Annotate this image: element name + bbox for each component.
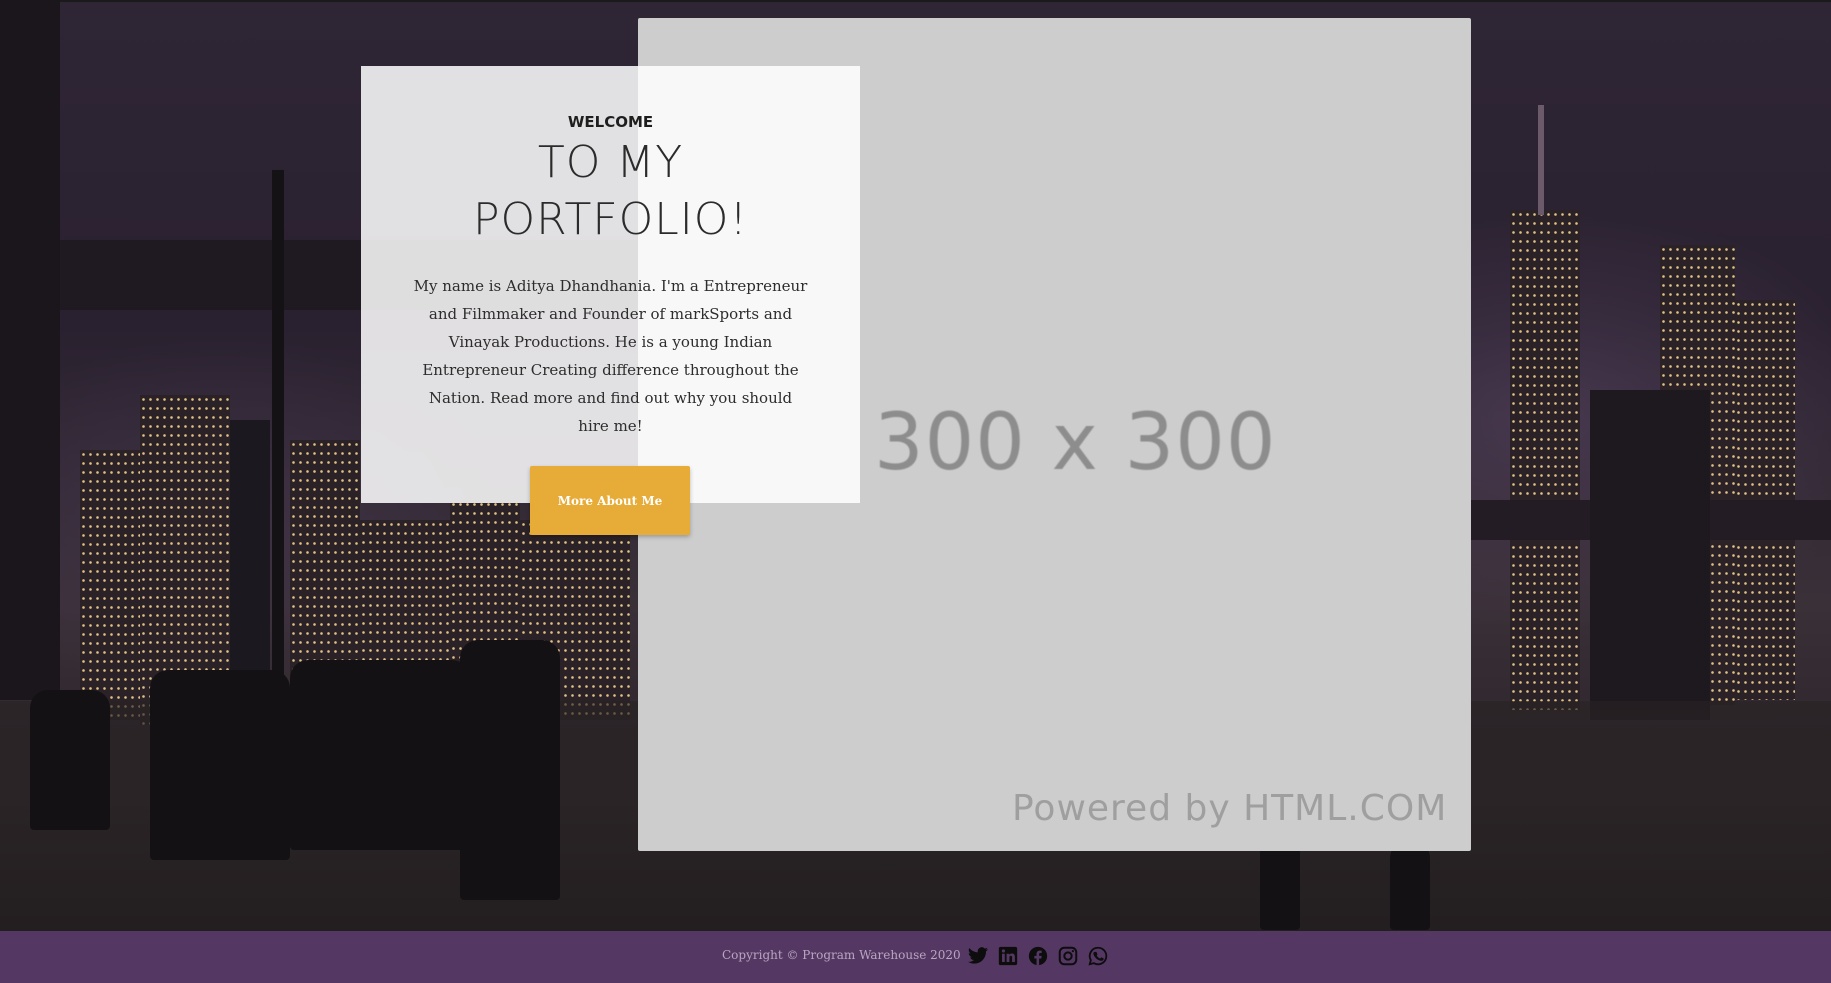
- bio-paragraph: My name is Aditya Dhandhania. I'm a Entr…: [413, 277, 808, 435]
- people-silhouette: [150, 670, 290, 860]
- top-divider: [0, 0, 1831, 2]
- facebook-icon[interactable]: [1027, 945, 1049, 967]
- bridge-tower-left: [0, 0, 60, 700]
- title-line-2: PORTFOLIO!: [472, 194, 749, 245]
- page-title: TO MY PORTFOLIO!: [361, 134, 860, 248]
- whatsapp-icon[interactable]: [1087, 945, 1109, 967]
- placeholder-powered-by: Powered by HTML.COM: [1012, 788, 1448, 829]
- copyright-text: Copyright © Program Warehouse 2020: [722, 948, 961, 962]
- tower-building: [1510, 210, 1580, 710]
- footer: Copyright © Program Warehouse 2020: [0, 931, 1831, 983]
- antenna: [1538, 105, 1544, 215]
- people-silhouette: [1390, 840, 1430, 930]
- placeholder-dimensions: 300 x 300: [874, 398, 1277, 488]
- linkedin-icon[interactable]: [997, 945, 1019, 967]
- people-silhouette: [30, 690, 110, 830]
- social-links: [967, 945, 1109, 967]
- instagram-icon[interactable]: [1057, 945, 1079, 967]
- people-silhouette: [460, 640, 560, 900]
- title-line-1: TO MY: [537, 137, 684, 188]
- twitter-icon[interactable]: [967, 945, 989, 967]
- welcome-card: WELCOME TO MY PORTFOLIO! My name is Adit…: [361, 66, 860, 503]
- more-about-me-button[interactable]: More About Me: [530, 466, 690, 535]
- building: [80, 450, 140, 720]
- people-silhouette: [290, 660, 470, 850]
- welcome-eyebrow: WELCOME: [567, 113, 654, 131]
- bridge-tower-right: [1590, 390, 1710, 720]
- lamp-post: [272, 170, 284, 750]
